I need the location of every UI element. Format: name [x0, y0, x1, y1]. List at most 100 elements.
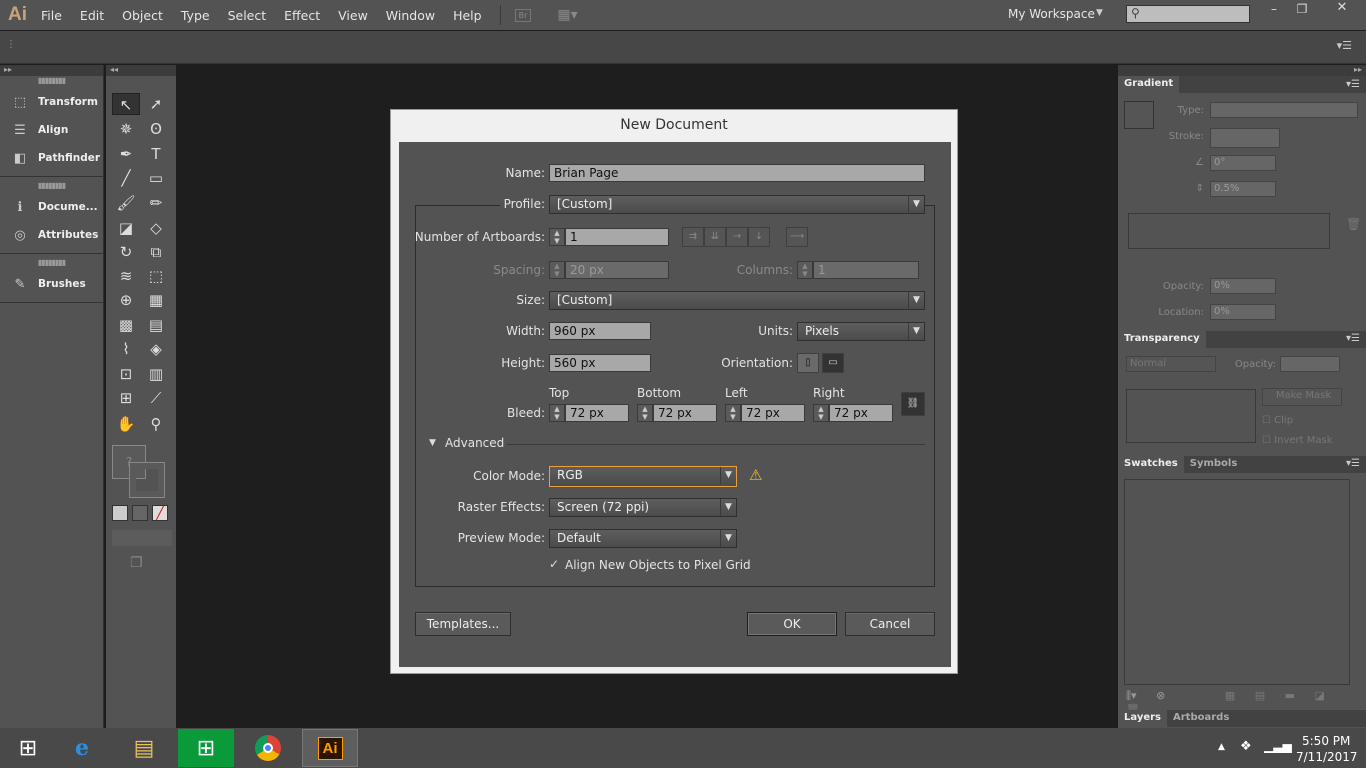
profile-select[interactable]: [Custom] ▼: [549, 195, 925, 214]
gradient-type-select[interactable]: [1210, 102, 1358, 118]
artboard-tool[interactable]: ⊞: [112, 387, 140, 409]
color-mode-buttons[interactable]: ╱: [112, 505, 172, 523]
tab-gradient[interactable]: Gradient: [1118, 76, 1180, 93]
pen-tool[interactable]: ✒: [112, 143, 140, 165]
gradient-panel-menu-icon[interactable]: ▾☰: [1346, 79, 1360, 90]
symbol-sprayer-tool[interactable]: ⊡: [112, 363, 140, 385]
eraser-tool[interactable]: ◇: [142, 217, 170, 239]
grid-by-row-icon[interactable]: ⇉: [682, 227, 704, 247]
paintbrush-tool[interactable]: 🖌: [112, 192, 140, 214]
free-transform-tool[interactable]: ⬚: [142, 265, 170, 287]
make-mask-button[interactable]: Make Mask: [1262, 388, 1342, 406]
blob-brush-tool[interactable]: ◪: [112, 217, 140, 239]
bleed-left-field[interactable]: 72 px: [741, 404, 805, 422]
clock-date[interactable]: 7/11/2017: [1296, 750, 1358, 764]
advanced-toggle-icon[interactable]: ▼: [429, 438, 436, 448]
workspace-dropdown-icon[interactable]: ▼: [1096, 8, 1103, 18]
rectangle-tool[interactable]: ▭: [142, 167, 170, 189]
bleed-bottom-field[interactable]: 72 px: [653, 404, 717, 422]
menu-type[interactable]: Type: [181, 8, 210, 23]
direct-selection-tool[interactable]: ➚: [142, 93, 170, 115]
units-select[interactable]: Pixels ▼: [797, 322, 925, 341]
collapse-tools-icon[interactable]: ◂◂: [106, 65, 176, 76]
shape-builder-tool[interactable]: ⊕: [112, 289, 140, 311]
menu-help[interactable]: Help: [453, 8, 482, 23]
warp-tool[interactable]: ≋: [112, 265, 140, 287]
arrange-documents-button[interactable]: ▦▾: [557, 7, 577, 23]
panel-grip[interactable]: ▮▮▮▮▮▮▮▮: [0, 258, 103, 270]
column-graph-tool[interactable]: ▥: [142, 363, 170, 385]
menu-file[interactable]: File: [41, 8, 62, 23]
raster-effects-select[interactable]: Screen (72 ppi) ▼: [549, 498, 737, 517]
draw-mode-buttons[interactable]: [112, 530, 172, 546]
restore-button[interactable]: ❐: [1290, 2, 1314, 18]
magic-wand-tool[interactable]: ✵: [112, 118, 140, 140]
advanced-toggle[interactable]: Advanced: [445, 436, 504, 450]
layout-direction-icon[interactable]: ⟶: [786, 227, 808, 247]
width-field[interactable]: 960 px: [549, 322, 651, 340]
cancel-button[interactable]: Cancel: [845, 612, 935, 636]
size-select[interactable]: [Custom] ▼: [549, 291, 925, 310]
panel-grip[interactable]: ▮▮▮▮▮▮▮▮: [0, 76, 103, 88]
screen-mode-icon[interactable]: ❐: [130, 555, 143, 571]
panel-transform[interactable]: ⬚ Transform: [0, 88, 103, 116]
collapse-right-panels-icon[interactable]: ▸▸: [1118, 65, 1366, 76]
panel-brushes[interactable]: ✎ Brushes: [0, 270, 103, 298]
grid-by-column-icon[interactable]: ⇊: [704, 227, 726, 247]
gradient-slider[interactable]: [1128, 213, 1330, 249]
delete-stop-icon[interactable]: 🗑: [1346, 217, 1361, 231]
zoom-tool[interactable]: ⚲: [142, 413, 170, 435]
columns-stepper[interactable]: ▲ ▼: [797, 261, 813, 279]
fill-stroke-swatch[interactable]: ?: [112, 445, 165, 498]
close-button[interactable]: ✕: [1322, 0, 1362, 18]
menu-object[interactable]: Object: [122, 8, 163, 23]
menu-select[interactable]: Select: [228, 8, 267, 23]
tab-swatches[interactable]: Swatches: [1118, 456, 1184, 473]
templates-button[interactable]: Templates...: [415, 612, 511, 636]
swatch-kind-icon[interactable]: ⊗: [1156, 689, 1165, 702]
pencil-tool[interactable]: ✏: [142, 192, 170, 214]
portrait-orientation-button[interactable]: ▯: [797, 353, 819, 373]
color-icon[interactable]: [112, 505, 128, 521]
artboards-field[interactable]: 1: [565, 228, 669, 246]
color-mode-select[interactable]: RGB ▼: [549, 466, 737, 487]
landscape-orientation-button[interactable]: ▭: [822, 353, 844, 373]
perspective-grid-tool[interactable]: ▦: [142, 289, 170, 311]
line-tool[interactable]: ╱: [112, 167, 140, 189]
stop-opacity-field[interactable]: 0%: [1210, 278, 1276, 294]
show-hidden-icons[interactable]: ▲: [1218, 742, 1225, 752]
spacing-stepper[interactable]: ▲ ▼: [549, 261, 565, 279]
artboards-stepper[interactable]: ▲ ▼: [549, 228, 565, 246]
preview-mode-select[interactable]: Default ▼: [549, 529, 737, 548]
menu-window[interactable]: Window: [386, 8, 435, 23]
expand-panels-icon[interactable]: ▸▸: [0, 65, 103, 76]
tab-artboards[interactable]: Artboards: [1167, 710, 1236, 727]
search-input[interactable]: ⚲: [1126, 5, 1250, 23]
clip-checkbox[interactable]: ☐ Clip: [1262, 415, 1293, 426]
transparency-panel-menu-icon[interactable]: ▾☰: [1346, 333, 1360, 344]
none-icon[interactable]: ╱: [152, 505, 168, 521]
spacing-field[interactable]: 20 px: [565, 261, 669, 279]
menu-view[interactable]: View: [338, 8, 368, 23]
panel-align[interactable]: ☰ Align: [0, 116, 103, 144]
network-icon[interactable]: ▁▃▅: [1264, 739, 1292, 753]
arrange-by-column-icon[interactable]: ↓: [748, 227, 770, 247]
swatch-libraries-icon[interactable]: ⫼▾: [1126, 689, 1137, 702]
gradient-icon[interactable]: [132, 505, 148, 521]
link-bleed-icon[interactable]: ⛓: [901, 392, 925, 416]
slice-tool[interactable]: ⟋: [142, 387, 170, 409]
height-field[interactable]: 560 px: [549, 354, 651, 372]
blend-mode-select[interactable]: Normal: [1126, 356, 1216, 372]
bleed-bottom-stepper[interactable]: ▲ ▼: [637, 404, 653, 422]
invert-mask-checkbox[interactable]: ☐ Invert Mask: [1262, 435, 1332, 446]
lasso-tool[interactable]: ʘ: [142, 118, 170, 140]
start-button[interactable]: ⊞: [0, 729, 56, 767]
panel-document-info[interactable]: ℹ Docume...: [0, 193, 103, 221]
panel-grip[interactable]: ▮▮▮▮▮▮▮▮: [0, 181, 103, 193]
store-icon[interactable]: ⊞: [178, 729, 234, 767]
menu-effect[interactable]: Effect: [284, 8, 320, 23]
bleed-right-field[interactable]: 72 px: [829, 404, 893, 422]
swatches-panel-menu-icon[interactable]: ▾☰: [1346, 458, 1360, 469]
columns-field[interactable]: 1: [813, 261, 919, 279]
bleed-left-stepper[interactable]: ▲ ▼: [725, 404, 741, 422]
